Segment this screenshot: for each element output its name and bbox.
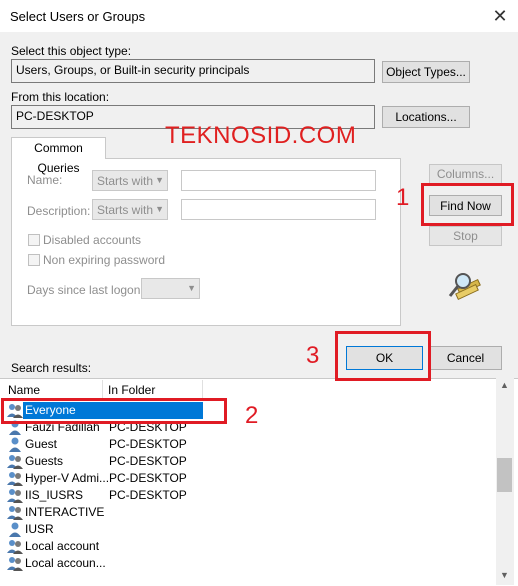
columns-button[interactable]: Columns... — [429, 164, 502, 184]
highlight-box-everyone — [1, 398, 227, 424]
row-name: IUSR — [25, 522, 54, 536]
column-header-name[interactable]: Name — [3, 380, 103, 400]
table-row[interactable]: IIS_IUSRS PC-DESKTOP — [6, 487, 216, 504]
annotation-number-3: 3 — [306, 342, 320, 369]
row-folder: PC-DESKTOP — [109, 437, 187, 451]
chevron-down-icon: ▼ — [155, 204, 164, 214]
non-expiring-checkbox[interactable] — [28, 254, 40, 266]
object-types-button[interactable]: Object Types... — [382, 61, 470, 83]
cancel-button[interactable]: Cancel — [429, 346, 502, 370]
search-results-label: Search results: — [11, 361, 92, 375]
row-folder: PC-DESKTOP — [109, 471, 187, 485]
row-name: Guests — [25, 454, 64, 468]
table-row[interactable]: INTERACTIVE — [6, 504, 216, 521]
tab-common-queries[interactable]: Common Queries — [11, 137, 106, 175]
highlight-box-ok — [335, 331, 431, 381]
window-title: Select Users or Groups — [10, 9, 146, 24]
non-expiring-label: Non expiring password — [43, 253, 166, 267]
description-mode-select[interactable]: Starts with ▼ — [92, 199, 168, 220]
close-icon[interactable]: ✕ — [489, 5, 511, 27]
name-label: Name: — [27, 173, 63, 187]
chevron-down-icon: ▼ — [155, 175, 164, 185]
name-mode-select[interactable]: Starts with ▼ — [92, 170, 168, 191]
table-row[interactable]: Guest PC-DESKTOP — [6, 436, 216, 453]
search-icon — [448, 273, 481, 301]
table-row[interactable]: IUSR — [6, 521, 216, 538]
annotation-number-2: 2 — [245, 402, 259, 429]
days-since-logon-select[interactable]: ▼ — [141, 278, 200, 299]
description-label: Description: — [27, 204, 91, 218]
column-header-in-folder[interactable]: In Folder — [103, 380, 203, 400]
days-since-logon-label: Days since last logon: — [27, 283, 144, 297]
highlight-box-find-now — [421, 183, 514, 226]
locations-button[interactable]: Locations... — [382, 106, 470, 128]
group-icon — [6, 538, 24, 555]
row-name: IIS_IUSRS — [25, 488, 84, 502]
group-icon — [6, 487, 24, 504]
object-type-label: Select this object type: — [11, 44, 132, 58]
scroll-down-icon[interactable]: ▼ — [500, 570, 509, 580]
group-icon — [6, 504, 24, 521]
location-label: From this location: — [11, 90, 110, 104]
stop-button[interactable]: Stop — [429, 226, 502, 246]
row-folder: PC-DESKTOP — [109, 454, 187, 468]
row-name: INTERACTIVE — [25, 505, 105, 519]
watermark-text: TEKNOSID.COM — [165, 122, 357, 149]
group-icon — [6, 453, 24, 470]
scrollbar-thumb[interactable] — [497, 458, 512, 492]
disabled-accounts-label: Disabled accounts — [43, 233, 142, 247]
row-name: Local accoun... — [25, 556, 106, 570]
group-icon — [6, 470, 24, 487]
name-input[interactable] — [181, 170, 376, 191]
group-icon — [6, 555, 24, 572]
user-icon — [6, 521, 24, 538]
user-icon — [6, 436, 24, 453]
row-name: Local account — [25, 539, 100, 553]
chevron-down-icon: ▼ — [187, 283, 196, 293]
description-mode-value: Starts with — [97, 203, 154, 217]
object-type-field: Users, Groups, or Built-in security prin… — [11, 59, 375, 83]
table-row[interactable]: Guests PC-DESKTOP — [6, 453, 216, 470]
scroll-up-icon[interactable]: ▲ — [500, 380, 509, 390]
table-row[interactable]: Local account — [6, 538, 216, 555]
annotation-number-1: 1 — [396, 184, 410, 211]
row-name: Hyper-V Admi... — [25, 471, 110, 485]
description-input[interactable] — [181, 199, 376, 220]
table-row[interactable]: Hyper-V Admi... PC-DESKTOP — [6, 470, 216, 487]
row-name: Guest — [25, 437, 58, 451]
row-folder: PC-DESKTOP — [109, 488, 187, 502]
table-row[interactable]: Local accoun... — [6, 555, 216, 572]
name-mode-value: Starts with — [97, 174, 154, 188]
disabled-accounts-checkbox[interactable] — [28, 234, 40, 246]
